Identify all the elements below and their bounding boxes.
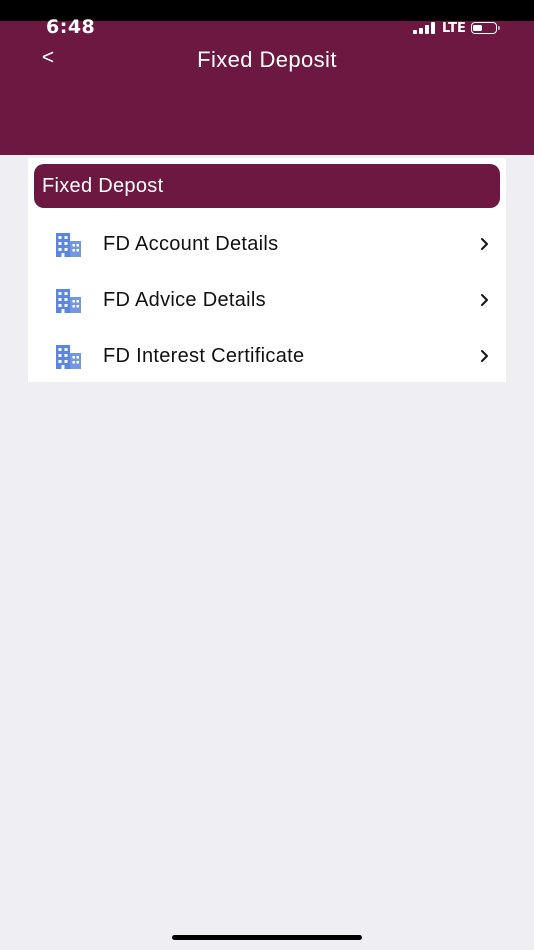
building-icon: [56, 345, 81, 369]
status-indicators: LTE: [413, 19, 500, 37]
menu-item[interactable]: FD Advice Details: [28, 272, 506, 328]
menu-item-label: FD Advice Details: [103, 289, 266, 311]
menu-item[interactable]: FD Interest Certificate: [28, 328, 506, 384]
page-title: Fixed Deposit: [197, 47, 337, 72]
menu-card: Fixed Depost FD Account Details FD Advice…: [28, 158, 506, 382]
app-header: [0, 21, 534, 155]
status-time: 6:48: [46, 16, 96, 38]
building-icon: [56, 233, 81, 257]
network-label: LTE: [442, 20, 466, 36]
signal-bar: [413, 30, 417, 34]
battery-icon: [470, 22, 500, 34]
battery-fill: [473, 24, 483, 31]
menu-item-label: FD Interest Certificate: [103, 345, 305, 367]
chevron-right-icon: [481, 238, 488, 250]
signal-bar: [431, 22, 435, 34]
menu-item-label: FD Account Details: [103, 233, 279, 255]
battery-cap: [497, 26, 500, 30]
building-icon: [56, 289, 81, 313]
menu-item[interactable]: FD Account Details: [28, 216, 506, 272]
chevron-right-icon: [481, 350, 488, 362]
signal-bar: [425, 25, 429, 34]
home-indicator[interactable]: [172, 935, 362, 940]
section-header: Fixed Depost: [34, 164, 500, 208]
signal-icon: [413, 22, 437, 34]
signal-bar: [419, 28, 423, 34]
chevron-right-icon: [481, 294, 488, 306]
